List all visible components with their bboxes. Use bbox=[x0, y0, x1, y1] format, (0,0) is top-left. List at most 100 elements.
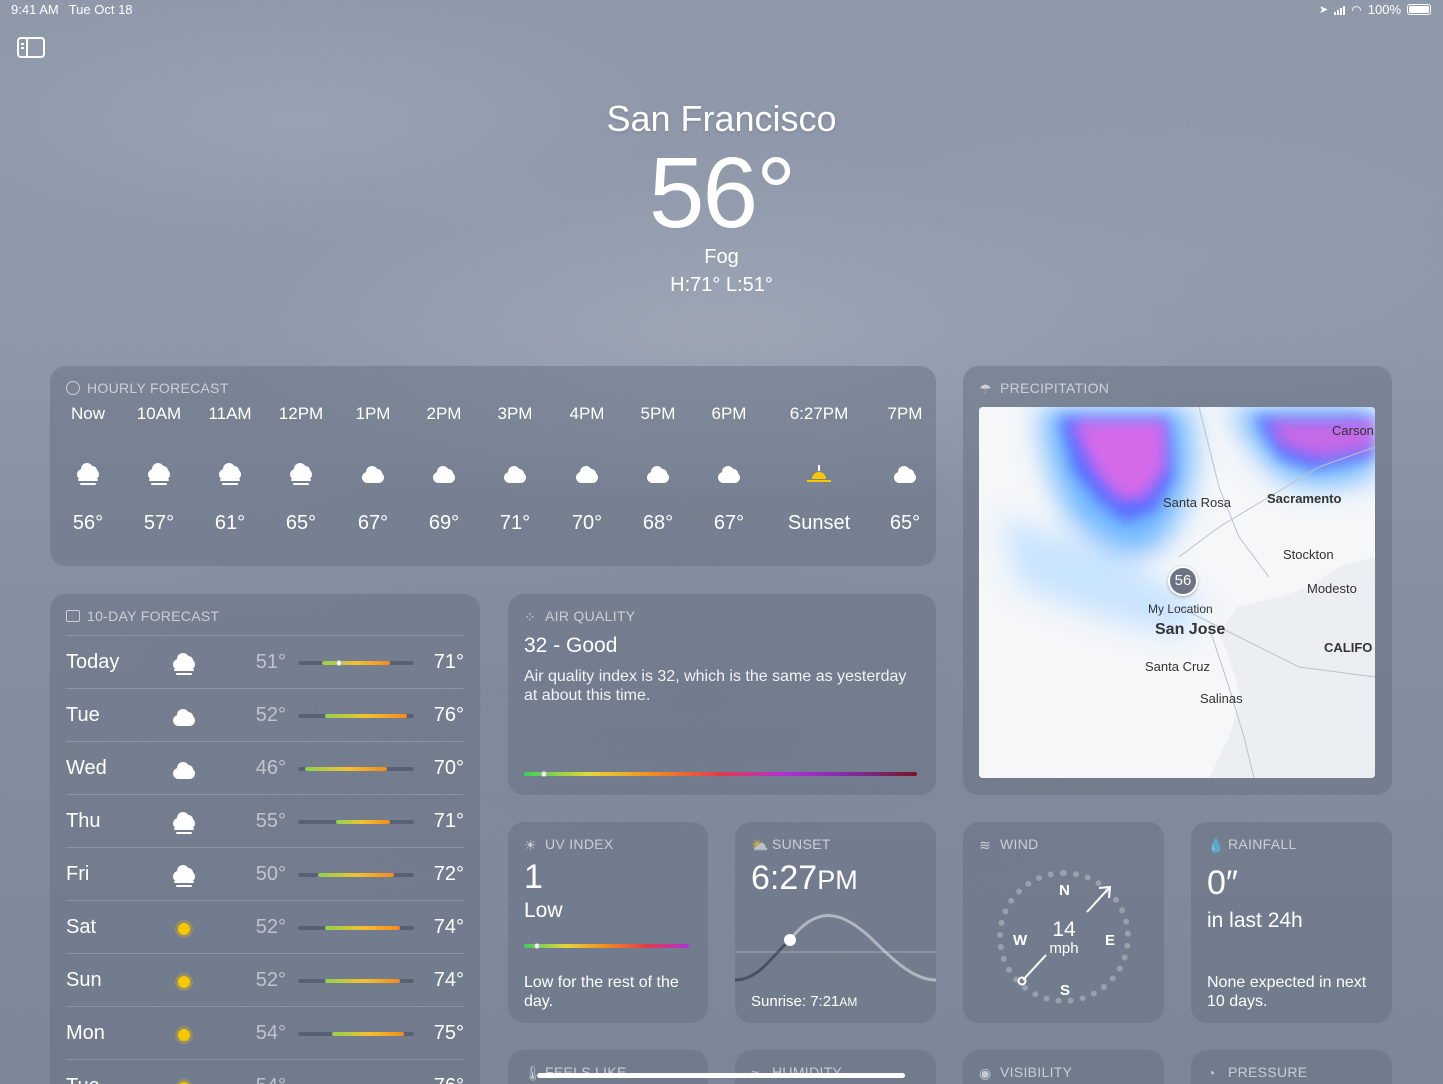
day-name: Today bbox=[66, 651, 120, 673]
sun-icon bbox=[178, 1029, 190, 1041]
clock-icon bbox=[66, 381, 80, 395]
day-name: Mon bbox=[66, 1022, 105, 1044]
wind-speed: 14 bbox=[1052, 918, 1076, 941]
fog-icon bbox=[218, 463, 242, 485]
air-quality-card[interactable]: ⁘ AIR QUALITY 32 - Good Air quality inde… bbox=[508, 594, 936, 795]
day-row[interactable]: Thu 55° 71° bbox=[66, 794, 464, 847]
home-indicator[interactable] bbox=[537, 1073, 905, 1078]
hourly-time: Now bbox=[70, 404, 105, 423]
day-row[interactable]: Sat 52° 74° bbox=[66, 900, 464, 953]
pressure-card[interactable]: ◔ PRESSURE bbox=[1191, 1050, 1392, 1084]
hourly-time: 6PM bbox=[711, 404, 747, 423]
ten-day-header: 10-DAY FORECAST bbox=[66, 608, 219, 624]
cloud-icon bbox=[433, 465, 455, 483]
day-low: 55° bbox=[255, 810, 286, 832]
hourly-temp: 67° bbox=[357, 512, 389, 534]
hourly-time: 1PM bbox=[355, 404, 391, 423]
wind-unit: mph bbox=[1049, 940, 1079, 957]
cloud-icon bbox=[362, 465, 384, 483]
sun-icon bbox=[178, 923, 190, 935]
sunset-card[interactable]: ⛅ SUNSET 6:27PM Sunrise: 7:21AM bbox=[735, 822, 936, 1023]
gauge-icon: ◔ bbox=[1207, 1065, 1216, 1081]
hourly-forecast-title: HOURLY FORECAST bbox=[87, 380, 229, 396]
uv-index-value: 1 bbox=[524, 858, 543, 896]
hourly-time: 7PM bbox=[887, 404, 923, 423]
feels-like-card[interactable]: 🌡 FEELS LIKE bbox=[508, 1050, 708, 1084]
hourly-time: 11AM bbox=[208, 404, 252, 423]
map-label-carson: Carson bbox=[1332, 423, 1374, 438]
hourly-time: 2PM bbox=[426, 404, 462, 423]
fog-icon bbox=[172, 653, 196, 675]
temp-range-fill bbox=[332, 1032, 404, 1036]
uv-index-header: ☀ UV INDEX bbox=[524, 836, 614, 853]
cloud-icon bbox=[718, 465, 740, 483]
map-label-stockton: Stockton bbox=[1283, 547, 1334, 562]
eye-icon: ◉ bbox=[979, 1065, 992, 1081]
pressure-title: PRESSURE bbox=[1228, 1064, 1308, 1080]
day-name: Tue bbox=[66, 704, 100, 726]
temp-range-fill bbox=[325, 926, 401, 930]
wind-header: ≋ WIND bbox=[979, 836, 1039, 853]
current-condition: Fog bbox=[704, 246, 739, 268]
temp-range-fill bbox=[325, 714, 408, 718]
location-temp-pin[interactable]: 56 bbox=[1168, 566, 1198, 596]
sidebar-toggle-icon[interactable] bbox=[17, 37, 45, 58]
day-name: Tue bbox=[66, 1075, 100, 1084]
rainfall-card[interactable]: 💧 RAINFALL 0″ in last 24h None expected … bbox=[1191, 822, 1392, 1023]
day-high: 76° bbox=[420, 1075, 464, 1084]
day-low: 50° bbox=[255, 863, 286, 885]
wind-card[interactable]: ≋ WIND N E S W 14 mph bbox=[963, 822, 1164, 1023]
hourly-forecast-card[interactable]: HOURLY FORECAST Now 56° 10AM 57° 11AM 61° 12PM… bbox=[50, 366, 936, 566]
battery-percent: 100% bbox=[1367, 2, 1401, 17]
day-high: 71° bbox=[433, 651, 464, 673]
uv-index-card[interactable]: ☀ UV INDEX 1 Low Low for the rest of the… bbox=[508, 822, 708, 1023]
wind-icon: ≋ bbox=[979, 837, 992, 853]
precipitation-title: PRECIPITATION bbox=[1000, 380, 1110, 396]
temp-range-bar bbox=[298, 926, 414, 930]
hourly-time: 4PM bbox=[569, 404, 605, 423]
precipitation-map[interactable]: Carson Santa Rosa Sacramento Stockton Mo… bbox=[979, 407, 1375, 778]
hourly-time: 6:27PM bbox=[789, 404, 849, 423]
status-time: 9:41 AM bbox=[11, 2, 59, 17]
day-low: 52° bbox=[255, 969, 286, 991]
thermometer-icon: 🌡 bbox=[524, 1065, 543, 1081]
temp-range-bar bbox=[298, 820, 414, 824]
hourly-item: 12PM 65° bbox=[271, 404, 331, 535]
hourly-item: 1PM 67° bbox=[343, 404, 403, 535]
sunset-header: ⛅ SUNSET bbox=[751, 836, 831, 853]
high-low: H:71° L:51° bbox=[670, 274, 773, 296]
day-high: 70° bbox=[433, 757, 464, 779]
fog-icon bbox=[147, 463, 171, 485]
day-low: 54° bbox=[255, 1022, 286, 1044]
sunrise-time-value: Sunrise: 7:21 bbox=[751, 993, 840, 1010]
air-quality-value: 32 - Good bbox=[524, 634, 618, 657]
humidity-card[interactable]: ≈HUMIDITY bbox=[735, 1050, 936, 1084]
hourly-item: 11AM 61° bbox=[200, 404, 260, 535]
rainfall-title: RAINFALL bbox=[1228, 836, 1297, 852]
precipitation-card[interactable]: ☂ PRECIPITATION Carson Santa Rosa Sacram… bbox=[963, 366, 1392, 795]
hourly-time: 10AM bbox=[136, 404, 182, 423]
ten-day-forecast-card[interactable]: 10-DAY FORECAST Today 51° 71° Tue 52° 76° Wed 4… bbox=[50, 594, 480, 1084]
day-row[interactable]: Today 51° 71° bbox=[66, 635, 464, 688]
day-row[interactable]: Wed 46° 70° bbox=[66, 741, 464, 794]
hourly-item: 10AM 57° bbox=[129, 404, 189, 535]
hourly-temp: 56° bbox=[72, 512, 104, 534]
day-row[interactable]: Tue 52° 76° bbox=[66, 688, 464, 741]
uv-index-level: Low bbox=[524, 899, 563, 922]
hourly-temp: Sunset bbox=[787, 512, 851, 534]
precipitation-header: ☂ PRECIPITATION bbox=[979, 380, 1110, 397]
temp-range-bar bbox=[298, 660, 414, 666]
cloud-icon bbox=[504, 465, 526, 483]
air-quality-header: ⁘ AIR QUALITY bbox=[524, 608, 635, 625]
day-high: 75° bbox=[433, 1022, 464, 1044]
hourly-temp: 68° bbox=[642, 512, 674, 534]
hourly-item: 7PM 65° bbox=[875, 404, 935, 535]
day-row[interactable]: Sun 52° 74° bbox=[66, 953, 464, 1006]
day-row[interactable]: Fri 50° 72° bbox=[66, 847, 464, 900]
sunset-icon bbox=[807, 465, 831, 483]
sunset-small-icon: ⛅ bbox=[751, 837, 769, 853]
day-row[interactable]: Tue 54° 76° bbox=[66, 1059, 464, 1084]
pressure-header: ◔ PRESSURE bbox=[1207, 1064, 1308, 1081]
visibility-card[interactable]: ◉ VISIBILITY bbox=[963, 1050, 1164, 1084]
day-row[interactable]: Mon 54° 75° bbox=[66, 1006, 464, 1059]
